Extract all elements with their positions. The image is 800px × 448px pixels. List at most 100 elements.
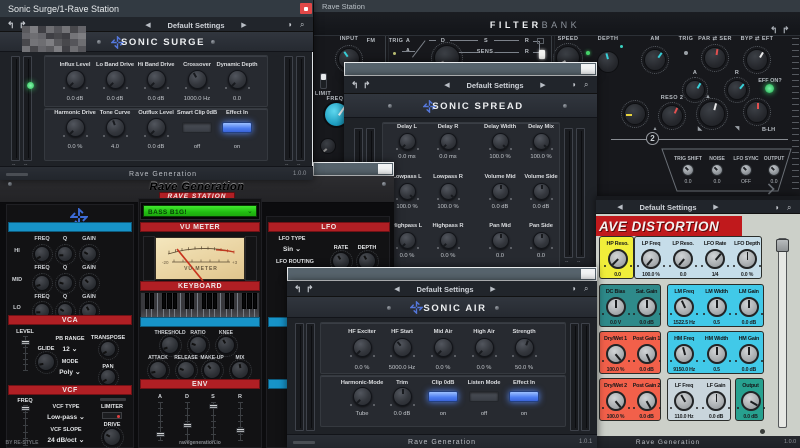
filterbank-undo-icon[interactable]: ↰ <box>770 25 778 36</box>
sonic-air-knob-0-3[interactable] <box>474 337 494 357</box>
rave-station-comp-knob-1-1[interactable] <box>189 336 207 354</box>
rave-distortion-knob[interactable] <box>641 249 661 269</box>
sonic-air-knob-1-0[interactable] <box>352 386 372 406</box>
rave-distortion-preset-name[interactable]: Default Settings <box>639 203 696 212</box>
rave-station-black-key[interactable] <box>150 293 155 309</box>
rave-station-limiter-toggle[interactable] <box>102 412 122 419</box>
rave-station-glide-knob[interactable] <box>37 353 55 371</box>
filterbank-a-knob[interactable] <box>685 80 705 100</box>
filterbank-am-knob[interactable] <box>644 49 666 71</box>
rave-station-eq-knob-0-2[interactable] <box>81 246 97 262</box>
sonic-spread-knob-1-1[interactable] <box>439 182 457 200</box>
rave-distortion-magnifier-icon[interactable]: ⌕ <box>787 203 791 213</box>
rave-station-comp-knob-2-0[interactable] <box>149 361 167 379</box>
sonic-surge-preset-name[interactable]: Default Settings <box>167 21 224 30</box>
filterbank-mini-knob-1[interactable] <box>711 164 723 176</box>
sonic-surge-knob-1-0[interactable] <box>65 117 85 137</box>
rave-station-pan-knob[interactable] <box>100 369 116 385</box>
sonic-spread-knob-0-3[interactable] <box>532 132 550 150</box>
rave-station-vcf-type-dropdown[interactable]: Low-pass ⌄ <box>47 413 85 421</box>
rave-station-preset-display[interactable]: BASS B1G! ⌄ <box>143 205 257 217</box>
sonic-spread-preset-next-icon[interactable]: ▶ <box>540 81 545 89</box>
rave-distortion-knob[interactable] <box>605 344 626 364</box>
rave-station-eq-knob-1-2[interactable] <box>81 275 97 291</box>
sonic-surge-knob-0-0[interactable] <box>65 69 85 89</box>
sonic-air-titlebar[interactable] <box>287 267 597 281</box>
filterbank-byp-eft-knob[interactable] <box>746 49 768 71</box>
rave-station-eq-knob-1-1[interactable] <box>57 275 73 291</box>
sonic-surge-knob-0-4[interactable] <box>227 69 247 89</box>
sonic-spread-knob-0-1[interactable] <box>439 132 457 150</box>
sonic-surge-preset-prev-icon[interactable]: ◀ <box>145 21 150 29</box>
filterbank-mini-knob-3[interactable] <box>768 164 780 176</box>
rave-station-black-key[interactable] <box>190 293 195 309</box>
sonic-air-button-1-3[interactable] <box>469 390 499 402</box>
rave-distortion-knob[interactable] <box>636 391 657 411</box>
filterbank-big-knob[interactable] <box>699 101 725 127</box>
rave-distortion-knob[interactable] <box>636 297 657 317</box>
rave-station-black-key[interactable] <box>144 293 149 309</box>
sonic-air-preset-name[interactable]: Default Settings <box>416 285 473 294</box>
rave-station-black-key[interactable] <box>167 293 172 309</box>
sonic-surge-knob-1-2[interactable] <box>146 117 166 137</box>
filterbank-par-ser-knob[interactable] <box>704 47 726 69</box>
sonic-spread-knob-2-3[interactable] <box>532 231 550 249</box>
sonic-spread-knob-2-0[interactable] <box>398 231 416 249</box>
rave-station-comp-knob-2-3[interactable] <box>231 361 249 379</box>
rave-station-black-key[interactable] <box>184 293 189 309</box>
sonic-spread-preset-name[interactable]: Default Settings <box>466 81 523 90</box>
sonic-air-contrast-icon[interactable]: ◑ <box>571 284 576 293</box>
sonic-surge-knob-0-2[interactable] <box>146 69 166 89</box>
sonic-spread-knob-1-0[interactable] <box>398 182 416 200</box>
sonic-surge-close-button[interactable] <box>300 3 312 14</box>
sonic-spread-contrast-icon[interactable]: ◑ <box>571 80 576 89</box>
sonic-air-redo-icon[interactable]: ↱ <box>306 284 314 295</box>
filterbank-r-knob[interactable] <box>727 80 747 100</box>
sonic-air-magnifier-icon[interactable]: ⌕ <box>584 284 588 294</box>
rave-station-eq-knob-0-1[interactable] <box>57 246 73 262</box>
rave-station-drive-knob[interactable] <box>103 428 121 446</box>
rave-distortion-knob[interactable] <box>674 391 694 411</box>
filterbank-red-knob[interactable] <box>746 101 768 123</box>
rave-station-transpose-knob[interactable] <box>100 341 116 357</box>
rave-distortion-knob[interactable] <box>706 344 727 364</box>
rave-distortion-knob[interactable] <box>706 297 727 317</box>
sonic-surge-knob-0-3[interactable] <box>187 69 207 89</box>
sonic-spread-undo-icon[interactable]: ↰ <box>351 80 359 91</box>
rave-station-black-key[interactable] <box>253 293 258 309</box>
rave-station-black-key[interactable] <box>241 293 246 309</box>
rave-distortion-preset-prev-icon[interactable]: ◀ <box>617 203 622 211</box>
rave-distortion-knob[interactable] <box>738 297 759 317</box>
sonic-air-button-1-4[interactable] <box>509 390 539 402</box>
sonic-surge-knob-0-1[interactable] <box>105 69 125 89</box>
rave-distortion-knob[interactable] <box>673 249 693 269</box>
sonic-air-button-1-2[interactable] <box>428 390 458 402</box>
sonic-spread-knob-1-2[interactable] <box>491 182 509 200</box>
filterbank-small-knob[interactable] <box>320 138 336 154</box>
rave-station-comp-knob-1-0[interactable] <box>161 336 179 354</box>
rave-station-black-key[interactable] <box>173 293 178 309</box>
rave-station-black-key[interactable] <box>207 293 212 309</box>
rave-station-pb-range-dropdown[interactable]: 12 ⌄ <box>62 345 77 353</box>
rave-distortion-knob[interactable] <box>605 297 626 317</box>
rave-distortion-knob[interactable] <box>636 344 657 364</box>
filterbank-yellow-knob[interactable] <box>624 103 646 125</box>
rave-station-black-key[interactable] <box>161 293 166 309</box>
rave-station-vcf-slope-dropdown[interactable]: 24 dB/oct ⌄ <box>47 436 84 444</box>
sonic-spread-knob-2-1[interactable] <box>439 231 457 249</box>
filterbank-titlebar[interactable]: Rave Station <box>314 0 800 12</box>
rave-station-eq-knob-0-0[interactable] <box>34 246 50 262</box>
sonic-air-titlebar-close-button[interactable] <box>581 268 595 279</box>
sonic-spread-knob-1-3[interactable] <box>532 182 550 200</box>
sonic-surge-undo-icon[interactable]: ↰ <box>7 20 15 31</box>
filterbank-depth-knob[interactable] <box>597 51 619 73</box>
rave-station-black-key[interactable] <box>247 293 252 309</box>
rave-station-titlebar-close-button[interactable] <box>378 163 392 174</box>
rave-station-lfo-type-dropdown[interactable]: Sin ⌄ <box>283 245 301 253</box>
sonic-air-preset-next-icon[interactable]: ▶ <box>490 285 495 293</box>
sonic-surge-titlebar[interactable]: Sonic Surge/1-Rave Station <box>0 0 313 17</box>
sonic-surge-contrast-icon[interactable]: ◑ <box>287 20 292 29</box>
sonic-surge-preset-next-icon[interactable]: ▶ <box>241 21 246 29</box>
rave-station-comp-knob-1-2[interactable] <box>217 336 235 354</box>
sonic-spread-knob-2-2[interactable] <box>491 231 509 249</box>
